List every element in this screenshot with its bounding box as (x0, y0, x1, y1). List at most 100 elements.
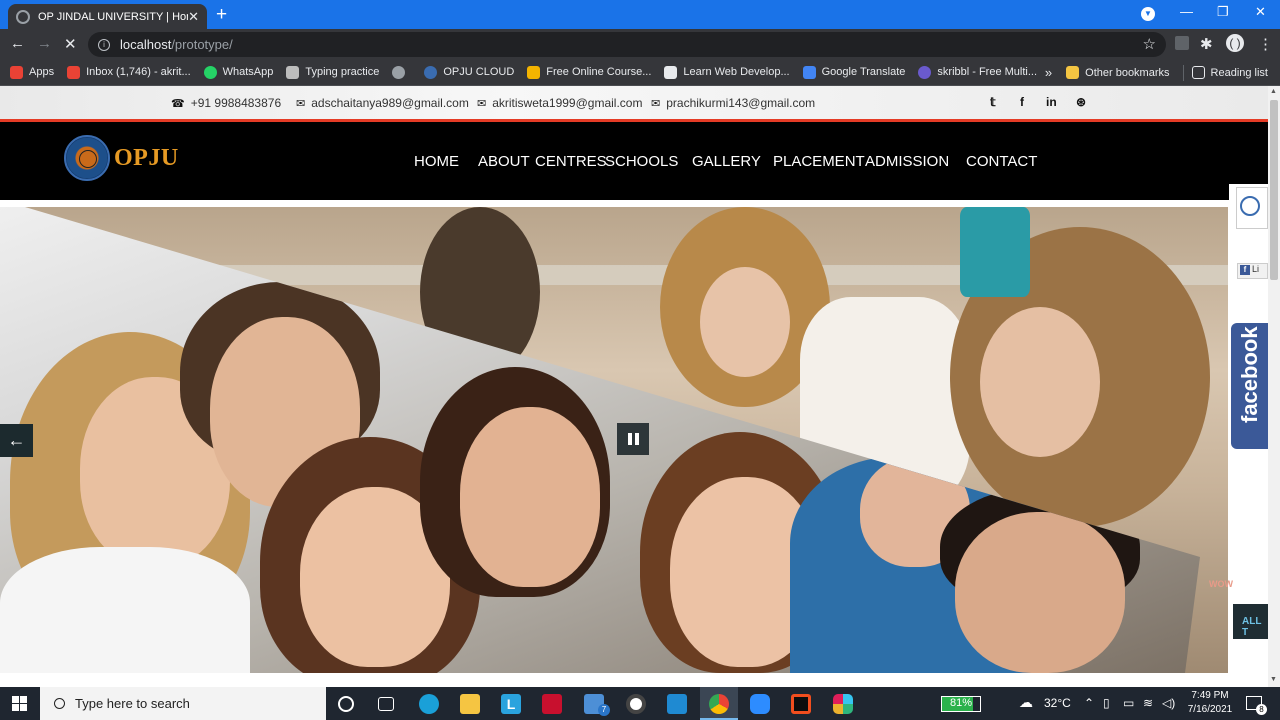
zoom-icon[interactable] (750, 694, 770, 714)
browser-menu-icon[interactable]: ⋮ (1258, 35, 1273, 53)
weather-cloud-icon[interactable]: ☁ (1019, 694, 1033, 711)
bookmark-skribbl[interactable]: skribbl - Free Multi... (918, 65, 1037, 79)
notification-count: 8 (1256, 704, 1267, 715)
browser-tab[interactable]: OP JINDAL UNIVERSITY | Home ✕ (8, 4, 207, 29)
scroll-thumb[interactable] (1270, 100, 1278, 280)
slider-prev-arrow-icon[interactable]: ← (0, 424, 33, 457)
tab-title: OP JINDAL UNIVERSITY | Home (38, 10, 189, 23)
profile-avatar-icon[interactable]: ( ) (1226, 34, 1244, 52)
figma-icon[interactable] (791, 694, 811, 714)
extension-icon[interactable] (1175, 36, 1189, 50)
cortana-icon[interactable] (338, 696, 354, 712)
bookmark-typing-practice[interactable]: Typing practice (286, 65, 379, 79)
minimize-icon[interactable]: — (1180, 4, 1193, 19)
phone-contact[interactable]: ☎ +91 9988483876 (171, 96, 281, 110)
facebook-icon[interactable]: f (1020, 95, 1024, 109)
profile-download-icon[interactable]: ▼ (1141, 7, 1155, 21)
translate-icon (802, 65, 816, 79)
mcafee-icon[interactable] (542, 694, 562, 714)
nav-gallery[interactable]: GALLERY (692, 153, 761, 170)
taskbar-search-box[interactable]: Type here to search (40, 687, 326, 720)
bookmark-google-translate[interactable]: Google Translate (802, 65, 905, 79)
battery-indicator[interactable]: 81% (941, 696, 981, 712)
facebook-side-tab[interactable]: facebook (1231, 323, 1268, 449)
bookmark-opju-cloud[interactable]: OPJU CLOUD (424, 65, 514, 79)
nav-home[interactable]: HOME (414, 153, 459, 170)
close-window-icon[interactable]: ✕ (1255, 4, 1266, 20)
bookmark-free-online-course[interactable]: Free Online Course... (527, 65, 651, 79)
logo-text[interactable]: OPJU (114, 145, 179, 172)
task-view-icon[interactable] (378, 697, 394, 711)
linkedin-icon[interactable]: in (1046, 95, 1057, 109)
nav-centres[interactable]: CENTRES (535, 153, 607, 170)
forward-arrow-icon[interactable]: → (37, 35, 52, 52)
site-info-icon[interactable]: i (98, 38, 110, 51)
vscode-icon[interactable] (667, 694, 687, 714)
reading-list[interactable]: Reading list (1191, 66, 1268, 79)
dribbble-icon[interactable]: ⊛ (1076, 95, 1086, 109)
course-icon (527, 65, 541, 79)
bookmark-whatsapp[interactable]: WhatsApp (203, 65, 273, 79)
address-bar[interactable]: i localhost/prototype/ ☆ (88, 32, 1166, 57)
opju-cloud-icon (424, 65, 438, 79)
other-bookmarks[interactable]: Other bookmarks (1066, 66, 1170, 79)
wifi-icon[interactable]: ≋ (1143, 696, 1153, 710)
back-arrow-icon[interactable]: ← (10, 35, 25, 52)
facebook-like-widget[interactable]: f Li (1237, 263, 1268, 279)
bookmark-gmail[interactable]: Inbox (1,746) - akrit... (67, 65, 191, 79)
bookmark-learn-web-develop[interactable]: Learn Web Develop... (664, 65, 790, 79)
nav-contact[interactable]: CONTACT (966, 153, 1037, 170)
page-scrollbar[interactable]: ▲ ▼ (1268, 86, 1280, 687)
twitter-icon[interactable]: 𝕥 (990, 95, 996, 109)
search-icon (54, 698, 65, 709)
maximize-icon[interactable]: ❐ (1217, 4, 1229, 20)
close-tab-icon[interactable]: ✕ (188, 9, 199, 25)
email-contact-3[interactable]: ✉ prachikurmi143@gmail.com (651, 96, 815, 110)
email-contact-2[interactable]: ✉ akritisweta1999@gmail.com (477, 96, 642, 110)
browser-toolbar: ← → ✕ i localhost/prototype/ ☆ ✱ ( ) ⋮ (0, 29, 1280, 59)
student-shirt-shape (960, 207, 1030, 297)
battery-tray-icon[interactable]: ▭ (1123, 696, 1134, 710)
student-face-shape (980, 307, 1100, 457)
bookmark-apps[interactable]: Apps (10, 65, 54, 79)
side-all-tab[interactable]: ALL T (1233, 604, 1268, 639)
volume-icon[interactable]: ◁) (1162, 696, 1175, 710)
stop-loading-icon[interactable]: ✕ (64, 35, 77, 53)
learning-app-icon[interactable]: L (501, 694, 521, 714)
slider-pause-icon[interactable] (617, 423, 649, 455)
scroll-up-arrow-icon[interactable]: ▲ (1270, 88, 1277, 95)
student-shirt-shape (0, 547, 250, 673)
email-address: akritisweta1999@gmail.com (492, 96, 643, 110)
email-contact-1[interactable]: ✉ adschaitanya989@gmail.com (296, 96, 469, 110)
side-opju-logo[interactable] (1236, 187, 1268, 229)
media-player-icon[interactable] (626, 694, 646, 714)
bookmark-globe[interactable] (392, 65, 411, 79)
nav-schools[interactable]: SCHOOLS (605, 153, 678, 170)
mail-badge: 7 (598, 704, 610, 716)
gmail-icon (67, 65, 81, 79)
new-tab-button[interactable]: + (216, 4, 227, 26)
windows-start-icon[interactable] (12, 696, 28, 712)
edge-icon[interactable] (419, 694, 439, 714)
hero-slider: ← (0, 207, 1228, 673)
nav-admission[interactable]: ADMISSION (865, 153, 949, 170)
skribbl-icon (918, 65, 932, 79)
reading-list-icon (1191, 66, 1205, 79)
chrome-icon[interactable] (709, 694, 729, 714)
extensions-puzzle-icon[interactable]: ✱ (1200, 35, 1213, 53)
temperature[interactable]: 32°C (1044, 696, 1071, 710)
nav-about[interactable]: ABOUT (478, 153, 530, 170)
notifications-icon[interactable]: 8 (1246, 696, 1267, 715)
whatsapp-icon (203, 65, 217, 79)
device-icon[interactable]: ▯ (1103, 696, 1110, 710)
show-hidden-icons-icon[interactable]: ⌃ (1084, 696, 1094, 710)
file-explorer-icon[interactable] (460, 694, 480, 714)
bookmarks-overflow-icon[interactable]: » (1045, 65, 1052, 80)
opju-emblem-logo[interactable] (64, 135, 110, 181)
globe-icon (392, 65, 406, 79)
nav-placement[interactable]: PLACEMENT (773, 153, 865, 170)
taskbar-clock[interactable]: 7:49 PM 7/16/2021 (1186, 689, 1234, 717)
scroll-down-arrow-icon[interactable]: ▼ (1270, 676, 1277, 683)
slack-icon[interactable] (833, 694, 853, 714)
bookmark-star-icon[interactable]: ☆ (1143, 35, 1156, 53)
